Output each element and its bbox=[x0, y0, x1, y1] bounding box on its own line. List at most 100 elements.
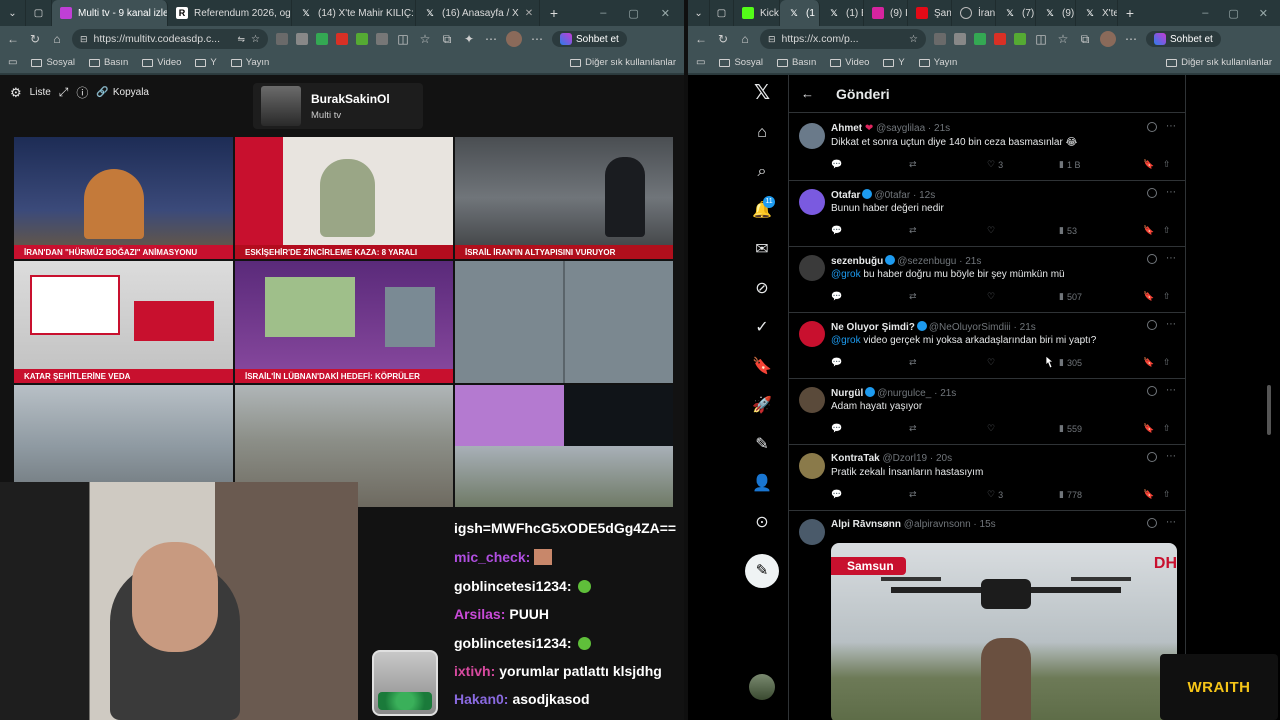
reply-icon[interactable]: 💬 bbox=[831, 489, 842, 500]
notifications-bell-icon[interactable]: 🔔 11 bbox=[750, 196, 775, 223]
x-logo-icon[interactable]: 𝕏 bbox=[750, 81, 774, 105]
extension-icon[interactable] bbox=[276, 33, 288, 45]
heart-icon[interactable]: ♡ bbox=[987, 357, 995, 368]
handle[interactable]: @alpiravnsonn bbox=[904, 519, 971, 530]
avatar[interactable] bbox=[799, 189, 825, 215]
grok-icon[interactable] bbox=[1147, 188, 1157, 198]
minimize-icon[interactable]: – bbox=[600, 7, 606, 20]
repost-icon[interactable]: ⇄ bbox=[909, 489, 917, 500]
address-bar[interactable]: ⊟ https://multitv.codeasdp.c... ⇋ ☆ bbox=[72, 29, 268, 49]
share-icon[interactable]: ⇧ bbox=[1163, 291, 1171, 302]
favorites-icon[interactable]: ☆ bbox=[1056, 32, 1070, 46]
grok-icon[interactable]: ⊘ bbox=[750, 277, 774, 301]
grok-icon[interactable] bbox=[1147, 254, 1157, 264]
share-icon[interactable]: ⇧ bbox=[1163, 225, 1171, 236]
avatar[interactable] bbox=[799, 387, 825, 413]
mention-link[interactable]: @grok bbox=[831, 335, 861, 346]
share-icon[interactable]: ⇧ bbox=[1163, 423, 1171, 434]
home-icon[interactable]: ⌂ bbox=[750, 121, 774, 145]
back-arrow-icon[interactable]: ← bbox=[6, 32, 20, 46]
grok-icon[interactable] bbox=[1147, 386, 1157, 396]
workspaces-button[interactable]: ▢ bbox=[710, 0, 734, 26]
tab-instagram[interactable]: (9) In bbox=[864, 0, 908, 26]
profile-avatar[interactable] bbox=[1100, 31, 1116, 47]
grok-icon[interactable] bbox=[1147, 452, 1157, 462]
reply-icon[interactable]: 💬 bbox=[831, 159, 842, 170]
back-arrow-icon[interactable]: ← bbox=[694, 32, 708, 46]
views-button[interactable]: ▮ 507 bbox=[1059, 291, 1082, 302]
collections-icon[interactable]: ⧉ bbox=[440, 32, 454, 46]
bookmark-icon[interactable]: 🔖 bbox=[1143, 225, 1154, 236]
avatar[interactable] bbox=[799, 123, 825, 149]
heart-icon[interactable]: ♡ bbox=[987, 225, 995, 236]
split-screen-icon[interactable]: ◫ bbox=[1034, 32, 1048, 46]
avatar[interactable] bbox=[799, 519, 825, 545]
repost-icon[interactable]: ⇄ bbox=[909, 159, 917, 170]
extension-icon[interactable] bbox=[336, 33, 348, 45]
tab-kickpi[interactable]: KickPi bbox=[734, 0, 780, 26]
info-icon[interactable]: ⓘ bbox=[76, 84, 88, 101]
reply-post[interactable]: KontraTak @Dzorl19 · 20s ⋯ Pratik zekalı… bbox=[789, 445, 1185, 511]
profile-icon[interactable]: 👤 bbox=[750, 472, 774, 496]
post-video[interactable]: Samsun DH bbox=[831, 543, 1177, 720]
tab-actions-menu[interactable]: ⌄ bbox=[0, 0, 26, 26]
timestamp[interactable]: 21s bbox=[940, 388, 956, 399]
extension-icon[interactable] bbox=[994, 33, 1006, 45]
messages-icon[interactable]: ✉ bbox=[750, 238, 774, 262]
bookmark-folder-y[interactable]: Y bbox=[195, 57, 217, 68]
home-icon[interactable]: ⌂ bbox=[738, 32, 752, 46]
tab-x[interactable]: 𝕏 (9) Bu bbox=[1036, 0, 1076, 26]
more-icon[interactable]: ⋯ bbox=[1166, 517, 1177, 528]
reply-icon[interactable]: 💬 bbox=[831, 225, 842, 236]
share-icon[interactable]: ⇧ bbox=[1163, 159, 1171, 170]
more-icon[interactable]: ⋯ bbox=[1166, 253, 1177, 264]
bookmark-icon[interactable]: 🔖 bbox=[1143, 489, 1154, 500]
display-name[interactable]: Nurgül bbox=[831, 388, 863, 399]
home-icon[interactable]: ⌂ bbox=[50, 32, 64, 46]
articles-icon[interactable]: ✎ bbox=[750, 433, 774, 457]
handle[interactable]: @sayglilaa bbox=[876, 123, 925, 134]
video-tile[interactable]: KATAR ŞEHİTLERİNE VEDA bbox=[14, 261, 233, 383]
display-name[interactable]: Ne Oluyor Şimdi? bbox=[831, 322, 915, 333]
reply-post[interactable]: Ne Oluyor Şimdi? @NeOluyorSimdiii · 21s ⋯… bbox=[789, 313, 1185, 379]
repost-icon[interactable]: ⇄ bbox=[909, 225, 917, 236]
tab-x-home[interactable]: 𝕏 (16) Anasayfa / X ✕ bbox=[416, 0, 540, 26]
tab-multitv[interactable]: Multi tv - 9 kanal izleni ✕ bbox=[52, 0, 168, 26]
fullscreen-icon[interactable]: ⤢ bbox=[59, 85, 69, 100]
tab-actions-menu[interactable]: ⌄ bbox=[688, 0, 710, 26]
grok-icon[interactable] bbox=[1147, 122, 1157, 132]
display-name[interactable]: sezenbuğu bbox=[831, 256, 883, 267]
more-icon[interactable]: ⋯ bbox=[1166, 187, 1177, 198]
more-icon[interactable]: ⋯ bbox=[484, 32, 498, 46]
compose-post-button[interactable]: ✎ bbox=[745, 554, 779, 588]
other-bookmarks[interactable]: Diğer sık kullanılanlar bbox=[1166, 57, 1272, 68]
scrollbar-thumb[interactable] bbox=[1267, 385, 1271, 435]
share-icon[interactable]: ⇧ bbox=[1163, 489, 1171, 500]
video-tile[interactable] bbox=[455, 385, 673, 507]
timestamp[interactable]: 21s bbox=[965, 256, 981, 267]
other-bookmarks[interactable]: Diğer sık kullanılanlar bbox=[570, 57, 676, 68]
bookmarks-apps-icon[interactable]: ▭ bbox=[8, 57, 17, 68]
profile-avatar[interactable] bbox=[506, 31, 522, 47]
bookmark-folder-y[interactable]: Y bbox=[883, 57, 905, 68]
bookmark-folder-basin[interactable]: Basın bbox=[776, 57, 816, 68]
tab-referendum[interactable]: R Referendum 2026, oggi ✕ bbox=[168, 0, 292, 26]
share-icon[interactable]: ⇧ bbox=[1163, 357, 1171, 368]
timestamp[interactable]: 21s bbox=[1020, 322, 1036, 333]
list-button[interactable]: Liste bbox=[30, 87, 51, 98]
back-arrow-icon[interactable]: ← bbox=[801, 86, 814, 101]
reply-icon[interactable]: 💬 bbox=[831, 423, 842, 434]
tab-news[interactable]: Şanlı bbox=[908, 0, 952, 26]
bookmark-icon[interactable]: 🔖 bbox=[1143, 159, 1154, 170]
reply-icon[interactable]: 💬 bbox=[831, 357, 842, 368]
reload-icon[interactable]: ↻ bbox=[28, 32, 42, 46]
gear-icon[interactable]: ⚙ bbox=[10, 85, 22, 101]
maximize-icon[interactable]: ▢ bbox=[1228, 7, 1238, 20]
like-button[interactable]: ♡ 3 bbox=[987, 489, 1003, 500]
close-window-icon[interactable]: ✕ bbox=[1259, 7, 1268, 20]
extensions-icon[interactable]: ✦ bbox=[462, 32, 476, 46]
bookmark-folder-sosyal[interactable]: Sosyal bbox=[719, 57, 763, 68]
extension-icon[interactable] bbox=[954, 33, 966, 45]
handle[interactable]: @0tafar bbox=[874, 190, 910, 201]
video-tile[interactable]: İSRAİL İRAN'IN ALTYAPISINI VURUYOR bbox=[455, 137, 673, 259]
